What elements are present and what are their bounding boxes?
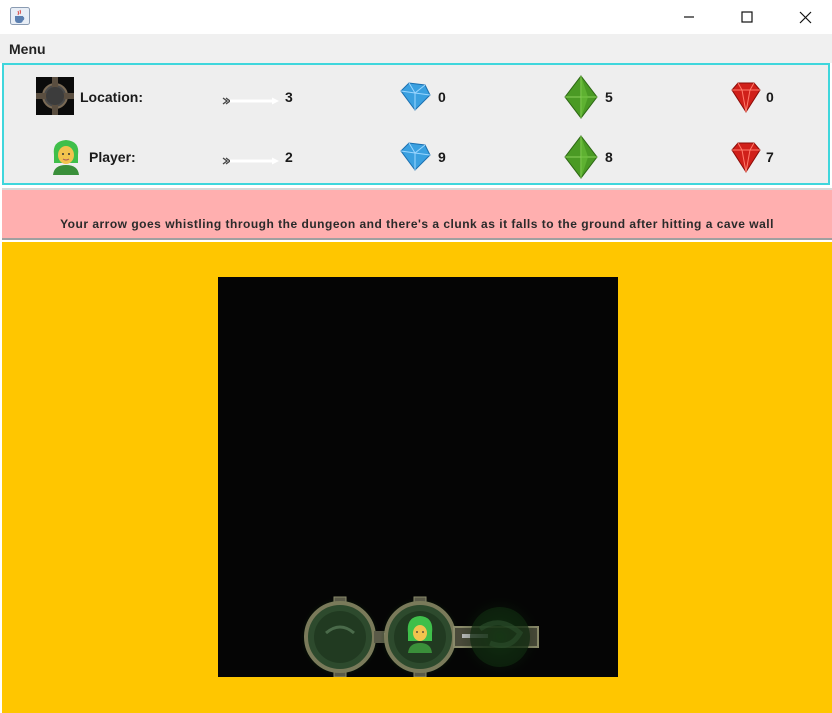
player-arrow-count: 2 [285,149,293,165]
arrow-icon [222,93,280,111]
location-blue-gem-count: 0 [438,89,446,105]
close-button[interactable] [776,0,832,34]
red-ruby-icon [731,81,761,118]
arrow-icon [222,153,280,171]
dungeon-map [300,596,540,677]
green-haired-player-icon [48,137,84,180]
menu-bar: Menu [0,34,832,63]
room-left[interactable] [300,596,380,677]
room-tile-icon [36,77,74,120]
blue-diamond-icon [399,141,431,176]
game-board[interactable] [218,277,618,677]
board-area [2,242,832,713]
close-icon [799,11,811,23]
minimize-button[interactable] [660,0,718,34]
location-arrow-count: 3 [285,89,293,105]
location-red-gem-count: 0 [766,89,774,105]
room-right[interactable] [460,597,540,677]
location-green-gem-count: 5 [605,89,613,105]
player-token [407,616,433,653]
location-row: Location: 3 0 5 0 [4,65,832,125]
location-label: Location: [80,89,143,105]
message-bar: Your arrow goes whistling through the du… [2,188,832,240]
maximize-button[interactable] [718,0,776,34]
room-player[interactable] [380,596,460,677]
green-crystal-icon [564,135,598,184]
player-red-gem-count: 7 [766,149,774,165]
player-row: Player: 2 9 8 7 [4,125,832,185]
stats-panel: Location: 3 0 5 0 Player: 2 9 8 7 [2,63,830,185]
status-message: Your arrow goes whistling through the du… [60,217,774,231]
blue-diamond-icon [399,81,431,116]
minimize-icon [684,16,694,18]
menu-button[interactable]: Menu [9,41,46,57]
player-label: Player: [89,149,136,165]
java-coffee-icon[interactable] [10,7,30,25]
player-blue-gem-count: 9 [438,149,446,165]
maximize-icon [741,11,753,23]
red-ruby-icon [731,141,761,178]
player-green-gem-count: 8 [605,149,613,165]
window-titlebar [0,0,832,34]
green-crystal-icon [564,75,598,124]
